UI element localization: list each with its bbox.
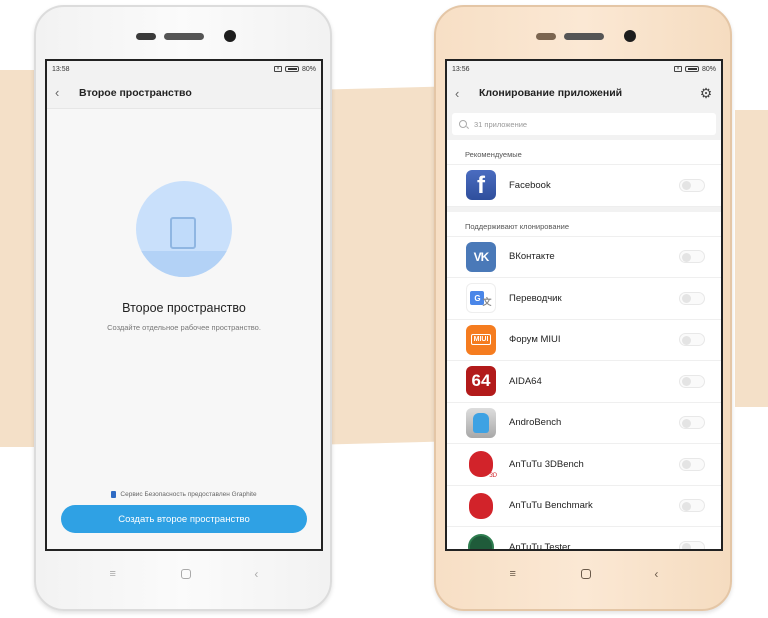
screen-second-space: 13:58 × 80% ‹ Второе пространство Второе… <box>45 59 323 551</box>
battery-percent: 80% <box>701 65 716 73</box>
status-bar: 13:58 × 80% <box>47 61 321 77</box>
clone-toggle[interactable] <box>679 291 705 305</box>
clone-toggle[interactable] <box>679 416 705 430</box>
proximity-sensor <box>536 33 556 40</box>
antutu-3dbench-icon: 3D <box>466 449 497 479</box>
second-space-illustration <box>136 181 232 277</box>
app-name: AndroBench <box>509 417 562 429</box>
app-name: AnTuTu 3DBench <box>509 458 584 470</box>
3d-badge: 3D <box>489 473 497 480</box>
nav-back-icon[interactable]: ‹ <box>254 567 258 581</box>
menu-icon[interactable]: ≡ <box>508 568 518 580</box>
clone-toggle[interactable] <box>679 333 705 347</box>
app-name: AnTuTu Tester <box>509 541 571 551</box>
back-icon[interactable]: ‹ <box>55 86 69 99</box>
vk-icon: VK <box>466 241 496 272</box>
phone-white: 13:58 × 80% ‹ Второе пространство Второе… <box>34 5 332 611</box>
antutu-tester-icon <box>466 532 496 549</box>
create-second-space-button[interactable]: Создать второе пространство <box>61 505 307 533</box>
androbench-icon <box>466 407 496 438</box>
antutu-glyph: 3D <box>469 451 497 479</box>
gear-icon[interactable]: ⚙ <box>699 86 713 100</box>
illustration-floor <box>136 251 232 277</box>
list-item[interactable]: MIUI Форум MIUI <box>447 318 721 360</box>
search-icon <box>459 120 467 128</box>
screen-app-cloning: 13:56 × 80% ‹ Клонирование приложений ⚙ … <box>445 59 723 551</box>
page-title: Второе пространство <box>79 86 192 99</box>
subtitle: Создайте отдельное рабочее пространство. <box>107 323 261 332</box>
app-name: AnTuTu Benchmark <box>509 500 593 512</box>
clone-toggle[interactable] <box>679 540 705 549</box>
antutu-glyph <box>469 492 493 519</box>
home-icon[interactable] <box>580 569 591 579</box>
translate-x-glyph: 文 <box>482 296 492 307</box>
front-camera <box>224 30 236 42</box>
back-icon[interactable]: ‹ <box>455 87 469 100</box>
nav-bar: ≡ ‹ <box>36 559 330 589</box>
battery-percent: 80% <box>301 65 316 73</box>
heading: Второе пространство <box>122 301 246 315</box>
list-item[interactable]: 3D AnTuTu 3DBench <box>447 443 721 485</box>
google-translate-icon: G文 <box>466 283 496 314</box>
home-icon[interactable] <box>180 569 191 579</box>
tablet-icon <box>170 217 196 249</box>
sim-icon: × <box>673 66 682 72</box>
list-item[interactable]: 64 AIDA64 <box>447 360 721 402</box>
background-band <box>332 86 438 445</box>
service-note: Сервис Безопасность предоставлен Graphit… <box>47 491 321 498</box>
earpiece-speaker <box>164 33 204 40</box>
nav-back-icon[interactable]: ‹ <box>654 567 658 581</box>
app-name: Facebook <box>509 179 551 191</box>
clone-toggle[interactable] <box>679 250 705 264</box>
clone-toggle[interactable] <box>679 178 705 192</box>
facebook-icon: f <box>466 170 496 201</box>
app-name: AIDA64 <box>509 375 542 387</box>
search-input[interactable]: 31 приложение <box>452 113 716 135</box>
status-bar: 13:56 × 80% <box>447 61 721 77</box>
miui-forum-icon: MIUI <box>466 324 496 355</box>
app-list: Рекомендуемые f Facebook Поддерживают кл… <box>447 140 721 551</box>
android-robot-glyph <box>473 412 489 433</box>
shield-icon <box>111 491 117 498</box>
page-title: Клонирование приложений <box>479 87 623 99</box>
status-time: 13:58 <box>52 65 70 73</box>
proximity-sensor <box>136 33 156 40</box>
app-name: ВКонтакте <box>509 251 555 263</box>
tester-glyph <box>468 534 494 549</box>
list-item[interactable]: AnTuTu Benchmark <box>447 484 721 526</box>
miui-glyph: MIUI <box>470 334 492 346</box>
list-item[interactable]: VK ВКонтакте <box>447 235 721 277</box>
app-name: Форум MIUI <box>509 334 561 346</box>
menu-icon[interactable]: ≡ <box>108 568 118 580</box>
service-note-text: Сервис Безопасность предоставлен Graphit… <box>120 491 257 498</box>
battery-icon <box>284 66 299 72</box>
title-bar: ‹ Второе пространство <box>47 77 321 109</box>
antutu-benchmark-icon <box>466 491 496 521</box>
nav-bar: ≡ ‹ <box>436 559 730 589</box>
section-label-supported: Поддерживают клонирование <box>447 211 721 236</box>
sim-icon: × <box>273 66 282 72</box>
list-item[interactable]: f Facebook <box>447 164 721 206</box>
clone-toggle[interactable] <box>679 374 705 388</box>
phone-gold: 13:56 × 80% ‹ Клонирование приложений ⚙ … <box>434 5 732 611</box>
status-time: 13:56 <box>452 65 470 73</box>
section-label-recommended: Рекомендуемые <box>447 140 721 164</box>
title-bar: ‹ Клонирование приложений ⚙ <box>447 77 721 109</box>
aida64-icon: 64 <box>466 366 496 397</box>
search-placeholder: 31 приложение <box>474 119 528 129</box>
clone-toggle[interactable] <box>679 499 705 513</box>
app-name: Переводчик <box>509 292 562 304</box>
earpiece-speaker <box>564 33 604 40</box>
list-item[interactable]: G文 Переводчик <box>447 277 721 319</box>
front-camera <box>624 30 636 42</box>
clone-toggle[interactable] <box>679 457 705 471</box>
list-item[interactable]: AnTuTu Tester <box>447 526 721 551</box>
second-space-body: Второе пространство Создайте отдельное р… <box>47 109 321 549</box>
battery-icon <box>684 66 699 72</box>
background-band <box>735 110 768 407</box>
list-item[interactable]: AndroBench <box>447 401 721 443</box>
